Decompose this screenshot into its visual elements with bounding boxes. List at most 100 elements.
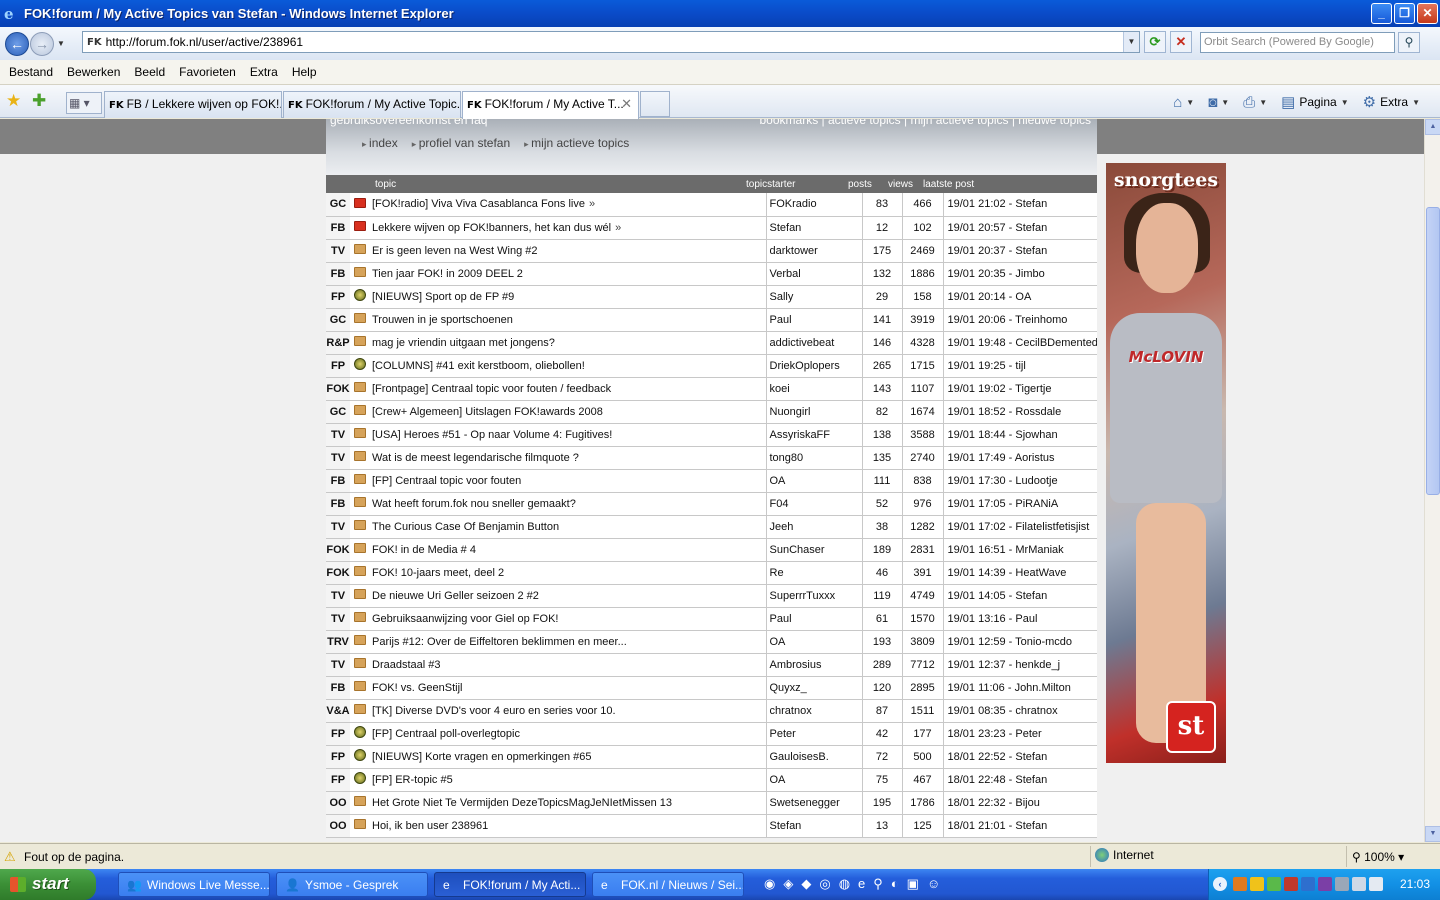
table-row[interactable]: TV De nieuwe Uri Geller seizoen 2 #2 Super…	[326, 584, 1097, 608]
topic-starter[interactable]: DriekOplopers	[766, 354, 863, 378]
topic-last-post[interactable]: 19/01 16:51 - MrManiak	[943, 538, 1097, 562]
quicklaunch-app-icon[interactable]: ◈	[783, 876, 793, 892]
topic-title-link[interactable]: Er is geen leven na West Wing #2	[372, 245, 538, 257]
topic-starter[interactable]: addictivebeat	[766, 331, 863, 355]
col-topicstarter[interactable]: topicstarter	[746, 179, 795, 190]
table-row[interactable]: V&A [TK] Diverse DVD's voor 4 euro en ser…	[326, 699, 1097, 723]
tray-messenger-icon[interactable]	[1267, 877, 1281, 891]
table-row[interactable]: TRV Parijs #12: Over de Eiffeltoren bekli…	[326, 630, 1097, 654]
table-row[interactable]: FB Lekkere wijven op FOK!banners, het kan…	[326, 216, 1097, 240]
topic-title-link[interactable]: [TK] Diverse DVD's voor 4 euro en series…	[372, 705, 616, 717]
topic-category[interactable]: TV	[326, 653, 350, 677]
topic-category[interactable]: FOK	[326, 377, 350, 401]
topic-category[interactable]: FB	[326, 469, 350, 493]
topic-category[interactable]: TV	[326, 446, 350, 470]
topic-last-post[interactable]: 19/01 21:02 - Stefan	[943, 193, 1097, 217]
quicklaunch-app-icon[interactable]: ◍	[839, 876, 850, 892]
topic-starter[interactable]: koei	[766, 377, 863, 401]
table-row[interactable]: TV Wat is de meest legendarische filmquot…	[326, 446, 1097, 470]
topic-starter[interactable]: chratnox	[766, 699, 863, 723]
security-zone[interactable]: Internet	[1095, 848, 1154, 862]
zoom-level[interactable]: ⚲ 100% ▾	[1352, 850, 1404, 864]
task-fok-nieuws[interactable]: e FOK.nl / Nieuws / Sei...	[592, 872, 744, 897]
topic-title-link[interactable]: The Curious Case Of Benjamin Button	[372, 521, 559, 533]
topic-category[interactable]: GC	[326, 400, 350, 424]
quicklaunch-app-icon[interactable]: ▣	[907, 876, 919, 892]
topic-starter[interactable]: GauloisesB.	[766, 745, 863, 769]
table-row[interactable]: GC [FOK!radio] Viva Viva Casablanca Fons …	[326, 193, 1097, 217]
topic-category[interactable]: OO	[326, 814, 350, 838]
topic-starter[interactable]: FOKradio	[766, 193, 863, 217]
tray-expand-icon[interactable]: ‹	[1213, 877, 1227, 891]
topic-last-post[interactable]: 19/01 11:06 - John.Milton	[943, 676, 1097, 700]
topic-last-post[interactable]: 19/01 20:57 - Stefan	[943, 216, 1097, 240]
topic-category[interactable]: FP	[326, 285, 350, 309]
topic-starter[interactable]: tong80	[766, 446, 863, 470]
tray-volume-icon[interactable]	[1352, 877, 1366, 891]
topic-category[interactable]: FP	[326, 745, 350, 769]
topic-last-post[interactable]: 19/01 18:44 - Sjowhan	[943, 423, 1097, 447]
topic-title-link[interactable]: Trouwen in je sportschoenen	[372, 314, 513, 326]
task-ysmoe-conversation[interactable]: 👤 Ysmoe - Gesprek	[276, 872, 428, 897]
tab-my-active-topics-current[interactable]: FK FOK!forum / My Active T... ✕	[462, 91, 639, 119]
table-row[interactable]: OO Hoi, ik ben user 238961 Stefan 13 125 18/0…	[326, 814, 1097, 838]
new-tab-button[interactable]	[640, 91, 670, 117]
topic-last-post[interactable]: 19/01 19:02 - Tigertje	[943, 377, 1097, 401]
topic-category[interactable]: FB	[326, 216, 350, 240]
table-row[interactable]: FOK FOK! 10-jaars meet, deel 2 Re 46 391 19/0…	[326, 561, 1097, 585]
page-dropdown-icon[interactable]: ▼	[1341, 98, 1349, 107]
table-row[interactable]: FP [NIEUWS] Sport op de FP #9 Sally 29 158 19…	[326, 285, 1097, 309]
topic-starter[interactable]: SunChaser	[766, 538, 863, 562]
topic-category[interactable]: GC	[326, 193, 350, 217]
topic-title-link[interactable]: Draadstaal #3	[372, 659, 441, 671]
topic-title-link[interactable]: Wat heeft forum.fok nou sneller gemaakt?	[372, 498, 576, 510]
tab-lekkere-wijven[interactable]: FK FB / Lekkere wijven op FOK!...	[104, 91, 282, 118]
col-posts[interactable]: posts	[848, 179, 872, 190]
home-dropdown-icon[interactable]: ▼	[1186, 98, 1194, 107]
topic-starter[interactable]: Sally	[766, 285, 863, 309]
topic-last-post[interactable]: 19/01 17:30 - Ludootje	[943, 469, 1097, 493]
crumb-profile[interactable]: profiel van stefan	[412, 136, 510, 150]
menu-favorieten[interactable]: Favorieten	[179, 65, 236, 79]
topic-starter[interactable]: Verbal	[766, 262, 863, 286]
table-row[interactable]: FB Wat heeft forum.fok nou sneller gemaak…	[326, 492, 1097, 516]
scroll-thumb[interactable]	[1426, 207, 1440, 495]
topic-category[interactable]: OO	[326, 791, 350, 815]
topic-last-post[interactable]: 18/01 23:23 - Peter	[943, 722, 1097, 746]
start-button[interactable]: start	[0, 869, 96, 900]
vertical-scrollbar[interactable]: ▲ ▼	[1424, 119, 1440, 842]
table-row[interactable]: FP [FP] ER-topic #5 OA 75 467 18/01 22:48 - S…	[326, 768, 1097, 792]
topic-last-post[interactable]: 19/01 18:52 - Rossdale	[943, 400, 1097, 424]
tray-network-icon[interactable]	[1335, 877, 1349, 891]
table-row[interactable]: GC Trouwen in je sportschoenen Paul 141 3919…	[326, 308, 1097, 332]
topic-last-post[interactable]: 19/01 08:35 - chratnox	[943, 699, 1097, 723]
topic-title-link[interactable]: [FOK!radio] Viva Viva Casablanca Fons li…	[372, 198, 585, 210]
print-icon[interactable]: ⎙	[1243, 94, 1255, 111]
rss-feed-icon[interactable]: ◙	[1208, 94, 1217, 111]
topic-title-link[interactable]: FOK! vs. GeenStijl	[372, 682, 462, 694]
forward-button[interactable]: →	[30, 31, 54, 56]
topic-title-link[interactable]: FOK! 10-jaars meet, deel 2	[372, 567, 504, 579]
topic-last-post[interactable]: 19/01 17:02 - Filatelistfetisjist	[943, 515, 1097, 539]
stop-button[interactable]: ✕	[1170, 31, 1192, 53]
tray-app-icon[interactable]	[1233, 877, 1247, 891]
topic-last-post[interactable]: 19/01 12:37 - henkde_j	[943, 653, 1097, 677]
topic-starter[interactable]: Paul	[766, 308, 863, 332]
table-row[interactable]: TV The Curious Case Of Benjamin Button Jee…	[326, 515, 1097, 539]
topic-category[interactable]: V&A	[326, 699, 350, 723]
home-icon[interactable]: ⌂	[1173, 94, 1182, 111]
col-views[interactable]: views	[888, 179, 913, 190]
table-row[interactable]: FP [COLUMNS] #41 exit kerstboom, olieboll…	[326, 354, 1097, 378]
table-row[interactable]: FB [FP] Centraal topic voor fouten OA 111 83…	[326, 469, 1097, 493]
task-fok-forum[interactable]: e FOK!forum / My Acti...	[434, 872, 586, 897]
topic-title-link[interactable]: [FP] Centraal poll-overlegtopic	[372, 728, 520, 740]
topic-category[interactable]: TV	[326, 607, 350, 631]
quick-tabs-button[interactable]: ▦ ▾	[66, 92, 102, 114]
table-row[interactable]: FOK [Frontpage] Centraal topic voor foute…	[326, 377, 1097, 401]
menu-help[interactable]: Help	[292, 65, 317, 79]
topic-title-link[interactable]: [COLUMNS] #41 exit kerstboom, oliebollen…	[372, 360, 585, 372]
topic-last-post[interactable]: 19/01 17:49 - Aoristus	[943, 446, 1097, 470]
last-page-arrow[interactable]: »	[589, 198, 595, 210]
table-row[interactable]: R&P mag je vriendin uitgaan met jongens? a…	[326, 331, 1097, 355]
table-row[interactable]: FB Tien jaar FOK! in 2009 DEEL 2 Verbal 132…	[326, 262, 1097, 286]
